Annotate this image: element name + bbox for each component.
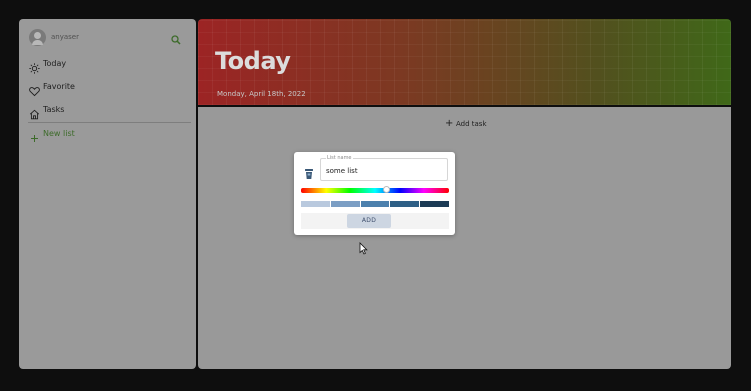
color-swatch[interactable] (360, 201, 390, 207)
add-button[interactable]: ADD (347, 214, 391, 228)
add-task-label: Add task (456, 120, 487, 128)
new-list-button[interactable]: New list (29, 126, 189, 144)
color-swatch[interactable] (301, 201, 330, 207)
sidebar: anyaser Today Favorite Tasks New list (19, 19, 196, 369)
sidebar-item-label: Favorite (43, 82, 75, 91)
page-header: Today Monday, April 18th, 2022 (198, 19, 731, 105)
home-icon (29, 105, 40, 120)
sidebar-item-label: Tasks (43, 105, 65, 114)
list-name-label: List name (326, 155, 353, 161)
plus-icon (29, 129, 40, 142)
heart-icon (29, 82, 40, 97)
sidebar-item-tasks[interactable]: Tasks (29, 102, 189, 120)
list-icon[interactable] (304, 165, 314, 179)
sidebar-item-today[interactable]: Today (29, 56, 189, 74)
search-icon[interactable] (170, 31, 182, 45)
avatar[interactable] (29, 29, 46, 46)
sidebar-item-label: Today (43, 59, 67, 68)
sidebar-item-favorite[interactable]: Favorite (29, 79, 189, 97)
hue-slider[interactable] (301, 186, 449, 193)
page-date: Monday, April 18th, 2022 (217, 90, 306, 98)
username: anyaser (51, 33, 79, 41)
mouse-cursor-icon (359, 240, 368, 255)
hue-slider-handle[interactable] (383, 186, 391, 193)
list-name-input[interactable]: some list (326, 167, 358, 175)
color-swatch[interactable] (390, 201, 420, 207)
new-list-dialog: List name some list ADD (294, 152, 455, 235)
new-list-label: New list (43, 129, 75, 138)
dialog-footer: ADD (301, 213, 449, 229)
plus-icon: + (445, 118, 454, 129)
list-name-field[interactable]: List name some list (320, 155, 448, 181)
color-swatch[interactable] (420, 201, 449, 207)
task-area: + Add task (198, 107, 731, 369)
sidebar-header: anyaser (19, 19, 196, 57)
sun-icon (29, 59, 40, 74)
page-title: Today (215, 47, 291, 75)
color-swatch[interactable] (330, 201, 360, 207)
color-swatches (301, 201, 449, 207)
sidebar-divider (28, 122, 191, 123)
